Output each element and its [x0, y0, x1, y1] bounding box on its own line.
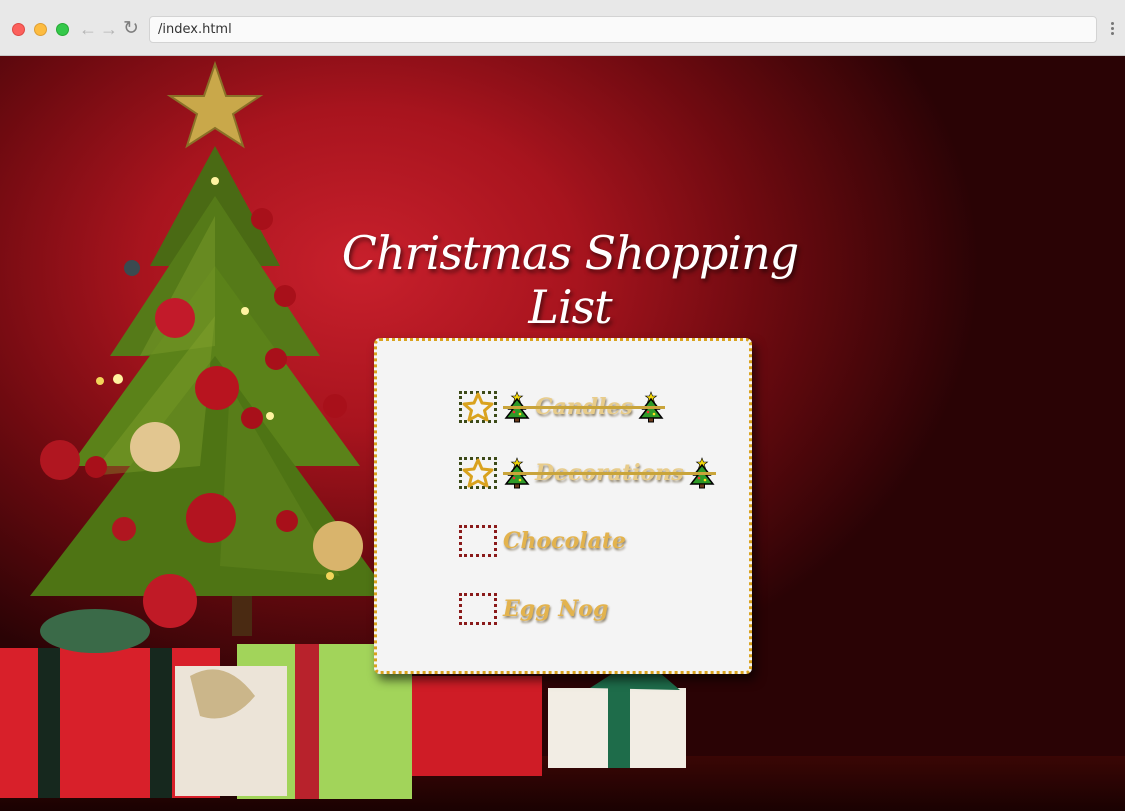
browser-toolbar: ← → ↻ /index.html	[0, 0, 1125, 56]
list-item-candles[interactable]: Candles	[459, 387, 665, 427]
item-label[interactable]: Chocolate	[503, 528, 626, 554]
checkbox-egg-nog[interactable]	[459, 593, 497, 625]
address-bar[interactable]: /index.html	[149, 16, 1097, 43]
arrow-right-icon[interactable]: →	[99, 18, 119, 40]
shopping-list-card: Candles Decorations Chocolate Egg Nog	[374, 338, 752, 674]
checkbox-decorations[interactable]	[459, 457, 497, 489]
star-icon	[462, 392, 494, 422]
item-label[interactable]: Egg Nog	[503, 596, 608, 622]
reload-icon[interactable]: ↻	[121, 18, 141, 40]
star-icon	[462, 458, 494, 488]
completed-label-decorations: Decorations	[503, 456, 716, 490]
page-title: Christmas Shopping List	[341, 226, 799, 334]
arrow-left-icon[interactable]: ←	[78, 18, 98, 40]
page-viewport: Christmas Shopping List Candles Decorati…	[0, 56, 1125, 811]
checkbox-chocolate[interactable]	[459, 525, 497, 557]
strikethrough-line	[503, 472, 716, 475]
window-close-button[interactable]	[12, 23, 25, 36]
window-minimize-button[interactable]	[34, 23, 47, 36]
kebab-menu-icon[interactable]	[1107, 20, 1117, 40]
list-item-egg-nog[interactable]: Egg Nog	[459, 589, 608, 629]
window-maximize-button[interactable]	[56, 23, 69, 36]
list-item-decorations[interactable]: Decorations	[459, 453, 716, 493]
list-item-chocolate[interactable]: Chocolate	[459, 521, 626, 561]
checkbox-candles[interactable]	[459, 391, 497, 423]
strikethrough-line	[503, 406, 665, 409]
completed-label-candles: Candles	[503, 390, 665, 424]
